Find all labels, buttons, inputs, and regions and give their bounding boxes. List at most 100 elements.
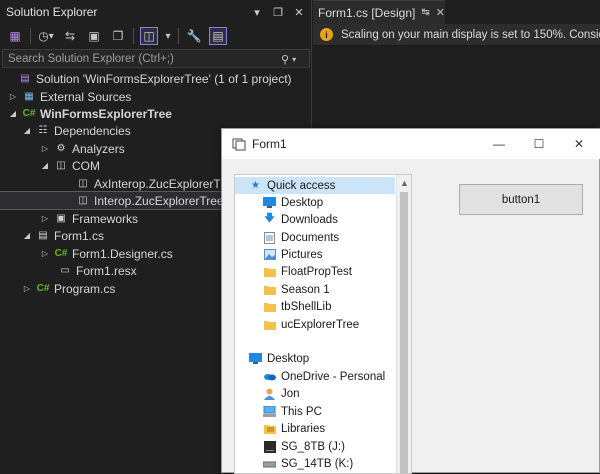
tree-item-this-pc[interactable]: This PC [235,403,395,420]
folder-icon [263,284,276,296]
collapse-arrow-icon[interactable]: ◢ [22,231,32,240]
toolbar-divider [133,28,134,44]
tree-item-floatproptest[interactable]: FloatPropTest [235,263,395,280]
tree-item-desktop-root[interactable]: Desktop [235,350,395,367]
panel-title-controls: ▾ ❐ ✕ [251,0,305,24]
pictures-icon [263,249,276,261]
tree-item-label: Quick access [267,179,336,192]
resx-file-icon: ▭ [60,265,70,276]
history-icon[interactable]: ◷ ▾ [37,27,55,45]
tree-item-ucexplorertree[interactable]: ucExplorerTree [235,316,395,333]
tree-item-onedrive[interactable]: OneDrive - Personal [235,368,395,385]
tree-item-solution[interactable]: ▤ Solution 'WinFormsExplorerTree' (1 of … [0,70,312,87]
close-icon[interactable]: ✕ [436,6,445,19]
form1-window: Form1 — ☐ ✕ ★ Quick access Desktop 🡇 Dow… [221,128,600,474]
tree-item-documents[interactable]: Documents [235,229,395,246]
tab-label: Form1.cs [Design] [318,5,416,20]
expand-arrow-icon[interactable]: ▷ [40,249,50,258]
tree-item-external-sources[interactable]: ▷ ▦ External Sources [0,88,312,105]
show-all-files-icon[interactable]: ❐ [109,27,127,45]
csharp-project-icon: C# [22,108,36,119]
pin-icon[interactable]: ❐ [272,5,284,19]
tree-item-label: Form1.Designer.cs [72,246,173,261]
dependencies-icon: ☷ [38,125,48,136]
collapse-arrow-icon[interactable]: ◢ [8,109,18,118]
tree-item-quick-access[interactable]: ★ Quick access [235,177,395,194]
expand-arrow-icon[interactable]: ▷ [40,144,50,153]
tree-item-label: Solution 'WinFormsExplorerTree' (1 of 1 … [36,71,292,86]
expand-arrow-icon[interactable]: ▷ [40,214,50,223]
tree-item-pictures[interactable]: Pictures [235,246,395,263]
pin-icon[interactable]: ↹ [421,7,429,18]
button1[interactable]: button1 [459,184,583,215]
search-icon: ⚲ [281,53,290,66]
tree-item-label: Interop.ZucExplorerTree [94,193,224,208]
desktop-icon [249,353,262,365]
scrollbar-thumb[interactable] [400,192,408,473]
tree-item-jon[interactable]: Jon [235,385,395,402]
pending-changes-filter-icon[interactable]: ◫ [140,27,158,45]
this-pc-icon [263,406,276,418]
tree-item-downloads[interactable]: 🡇 Downloads [235,211,395,228]
minimize-icon[interactable]: — [479,129,519,159]
expand-arrow-icon[interactable]: ▷ [22,284,32,293]
tree-item-desktop[interactable]: Desktop [235,194,395,211]
tree-item-label: Libraries [281,422,326,435]
scroll-up-arrow-icon[interactable]: ▲ [397,175,411,190]
preview-selected-items-icon[interactable]: ▤ [209,27,227,45]
toolbar-divider [178,28,179,44]
properties-wrench-icon[interactable]: 🔧 [185,27,203,45]
onedrive-icon [263,371,276,383]
tree-item-season-1[interactable]: Season 1 [235,281,395,298]
drive-icon [263,458,276,470]
close-icon[interactable]: ✕ [559,129,599,159]
tree-item-label: SG_14TB (K:) [281,457,354,470]
window-controls: — ☐ ✕ [479,129,599,159]
desktop-icon [263,197,276,209]
tree-item-label: Jon [281,387,300,400]
tree-item-label: Documents [281,231,340,244]
collapse-arrow-icon[interactable]: ◢ [40,161,50,170]
collapse-all-icon[interactable]: ▣ [85,27,103,45]
expand-arrow-icon[interactable]: ▷ [8,92,18,101]
search-input[interactable]: Search Solution Explorer (Ctrl+;) ⚲ ▾ [2,49,310,68]
com-icon: ◫ [56,160,66,171]
tree-item-label: COM [72,158,100,173]
csharp-file-icon: C# [54,248,68,259]
tree-item-tbshelllib[interactable]: tbShellLib [235,298,395,315]
tree-item-label: WinFormsExplorerTree [40,106,172,121]
tree-item-label: ucExplorerTree [281,318,360,331]
tree-item-label: Analyzers [72,141,125,156]
tree-item-label: This PC [281,405,322,418]
tree-item-libraries[interactable]: Libraries [235,420,395,437]
tree-item-label: Dependencies [54,123,131,138]
tree-item-label: Downloads [281,213,338,226]
tree-item-label: Program.cs [54,281,116,296]
close-icon[interactable]: ✕ [293,5,305,19]
search-placeholder: Search Solution Explorer (Ctrl+;) [8,52,174,65]
explorer-tree[interactable]: ★ Quick access Desktop 🡇 Downloads Docum… [234,174,412,474]
tab-form1-design[interactable]: Form1.cs [Design] ↹ ✕ [313,0,445,24]
filter-dropdown-icon[interactable]: ▾ [164,27,172,45]
form-icon: ▤ [38,230,48,241]
vertical-scrollbar[interactable]: ▲ [396,175,411,473]
folder-icon [263,301,276,313]
search-options[interactable]: ⚲ ▾ [281,51,305,67]
tree-item-sg-14tb[interactable]: SG_14TB (K:) [235,455,395,472]
switch-views-icon[interactable]: ▦ [6,27,24,45]
reference-icon: ◫ [78,178,88,189]
drive-icon [263,440,276,453]
collapse-arrow-icon[interactable]: ◢ [22,126,32,135]
dropdown-arrow-icon[interactable]: ▾ [251,5,263,19]
libraries-icon [263,423,276,435]
chevron-down-icon: ▾ [292,54,297,64]
tree-item-label: Form1.resx [76,263,137,278]
solution-icon: ▤ [20,73,30,84]
tree-item-sg-8tb[interactable]: SG_8TB (J:) [235,438,395,455]
tree-item-label: AxInterop.ZucExplorerTree [94,176,238,191]
tree-item-label: Form1.cs [54,228,105,243]
maximize-icon[interactable]: ☐ [519,129,559,159]
form1-title: Form1 [252,137,287,151]
sync-icon[interactable]: ⇆ [61,27,79,45]
tree-item-project[interactable]: ◢ C# WinFormsExplorerTree [0,105,312,122]
